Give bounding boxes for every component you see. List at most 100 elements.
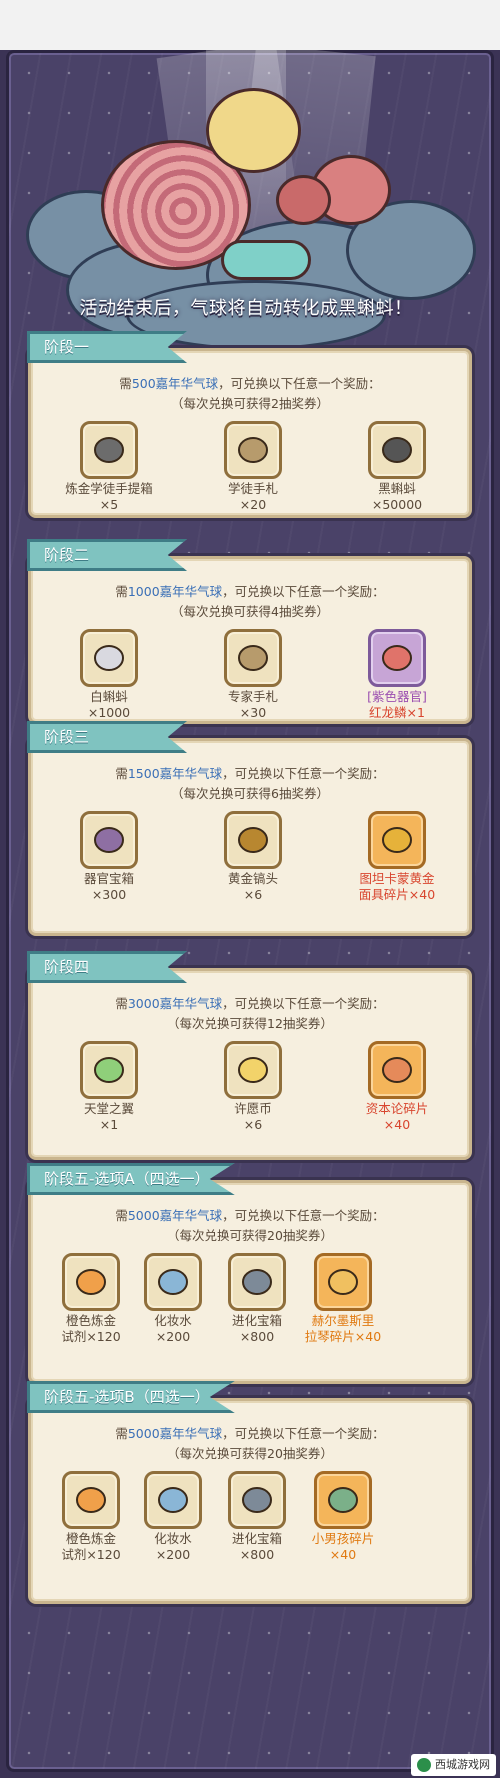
scroll-icon — [238, 645, 268, 671]
reward-icon-frame — [62, 1253, 120, 1311]
potion-icon — [76, 1269, 106, 1295]
stage-requirement: 需5000嘉年华气球，可兑换以下任意一个奖励： — [31, 1423, 469, 1442]
stage-note: （每次兑换可获得6抽奖券） — [171, 786, 329, 801]
reward-quantity: ×20 — [239, 497, 267, 512]
reward-name: 炼金学徒手提箱 — [65, 481, 153, 496]
reward-item[interactable]: 器官宝箱 ×300 — [54, 811, 164, 903]
golden-mask-icon — [382, 827, 412, 853]
scroll-icon — [238, 437, 268, 463]
reward-name: 图坦卡蒙黄金 — [359, 871, 435, 886]
reward-item[interactable]: 炼金学徒手提箱 ×5 — [54, 421, 164, 513]
reward-item[interactable]: 资本论碎片 ×40 — [342, 1041, 452, 1133]
stage-tab: 阶段五-选项B（四选一） — [27, 1381, 235, 1413]
requirement-prefix: 需 — [115, 996, 128, 1011]
reward-item[interactable]: 赫尔墨斯里 拉琴碎片×40 — [288, 1253, 398, 1345]
reward-quantity: 面具碎片×40 — [358, 887, 436, 902]
reward-item[interactable]: 黑蝌蚪 ×50000 — [342, 421, 452, 513]
lotion-icon — [158, 1487, 188, 1513]
stage-note: （每次兑换可获得4抽奖券） — [171, 604, 329, 619]
reward-item[interactable]: 图坦卡蒙黄金 面具碎片×40 — [342, 811, 452, 903]
reward-item[interactable]: 专家手札 ×30 — [198, 629, 308, 721]
requirement-suffix: ，可兑换以下任意一个奖励： — [222, 584, 385, 599]
reward-item[interactable]: 小男孩碎片 ×40 — [288, 1471, 398, 1563]
stage-requirement: 需5000嘉年华气球，可兑换以下任意一个奖励： — [31, 1205, 469, 1224]
stage-requirement: 需1000嘉年华气球，可兑换以下任意一个奖励： — [31, 581, 469, 600]
reward-name: 白蝌蚪 — [90, 689, 128, 704]
stage-tab: 阶段二 — [27, 539, 187, 571]
reward-icon-frame — [224, 811, 282, 869]
stage-panel: 阶段三 需1500嘉年华气球，可兑换以下任意一个奖励： （每次兑换可获得6抽奖券） 器… — [27, 721, 472, 936]
reward-item[interactable]: 许愿币 ×6 — [198, 1041, 308, 1133]
black-tadpole-icon — [382, 437, 412, 463]
watermark-logo-icon — [417, 1758, 431, 1772]
stage-panel: 阶段四需3000嘉年华气球，可兑换以下任意一个奖励： （每次兑换可获得12抽奖券）… — [27, 951, 472, 1160]
reward-item[interactable]: 白蝌蚪 ×1000 — [54, 629, 164, 721]
requirement-suffix: ，可兑换以下任意一个奖励： — [218, 376, 381, 391]
reward-icon-frame — [144, 1471, 202, 1529]
reward-quantity: 红龙鳞×1 — [369, 705, 425, 720]
reward-icon-frame — [80, 1041, 138, 1099]
reward-quantity: ×40 — [329, 1547, 357, 1562]
little-boy-fragment-icon — [328, 1487, 358, 1513]
organ-chest-icon — [94, 827, 124, 853]
reward-quantity: ×50000 — [371, 497, 423, 512]
teal-gondola-icon — [221, 240, 311, 280]
requirement-prefix: 需 — [119, 376, 132, 391]
reward-icon-frame — [224, 629, 282, 687]
stage-note: （每次兑换可获得12抽奖券） — [167, 1016, 333, 1031]
stage-requirement: 需3000嘉年华气球，可兑换以下任意一个奖励： — [31, 993, 469, 1012]
red-balloon-icon — [276, 175, 331, 225]
reward-quantity: ×6 — [243, 887, 263, 902]
stage-requirement: 需1500嘉年华气球，可兑换以下任意一个奖励： — [31, 763, 469, 782]
reward-name: 学徒手札 — [227, 481, 278, 496]
reward-name: 天堂之翼 — [83, 1101, 134, 1116]
reward-item[interactable]: 天堂之翼 ×1 — [54, 1041, 164, 1133]
white-tadpole-icon — [94, 645, 124, 671]
reward-icon-frame — [368, 629, 426, 687]
reward-quantity: ×1 — [99, 1117, 119, 1132]
reward-icon-frame — [224, 421, 282, 479]
reward-icon-frame — [80, 629, 138, 687]
reward-icon-frame — [314, 1471, 372, 1529]
evolution-chest-icon — [242, 1487, 272, 1513]
requirement-suffix: ，可兑换以下任意一个奖励： — [222, 996, 385, 1011]
reward-item[interactable]: [紫色器官] 红龙鳞×1 — [342, 629, 452, 721]
stage-requirement: 需500嘉年华气球，可兑换以下任意一个奖励： — [31, 373, 469, 392]
reward-icon-frame — [80, 421, 138, 479]
wish-coin-icon — [238, 1057, 268, 1083]
reward-name: [紫色器官] — [367, 689, 427, 704]
requirement-prefix: 需 — [115, 766, 128, 781]
stage-panel: 阶段二需1000嘉年华气球，可兑换以下任意一个奖励： （每次兑换可获得4抽奖券） 白… — [27, 539, 472, 724]
requirement-amount: 1000嘉年华气球 — [127, 584, 223, 599]
reward-name: 黄金镐头 — [227, 871, 278, 886]
stage-panel: 阶段五-选项A（四选一） 需5000嘉年华气球，可兑换以下任意一个奖励： （每次兑换… — [27, 1163, 472, 1384]
watermark: 西城游戏网 — [411, 1754, 496, 1776]
reward-icon-frame — [62, 1471, 120, 1529]
potion-icon — [76, 1487, 106, 1513]
stage-tab: 阶段四 — [27, 951, 187, 983]
lotion-icon — [158, 1269, 188, 1295]
briefcase-icon — [94, 437, 124, 463]
reward-name: 小男孩碎片 — [311, 1531, 375, 1546]
reward-quantity: ×30 — [239, 705, 267, 720]
dragon-scale-icon — [382, 645, 412, 671]
reward-item[interactable]: 学徒手札 ×20 — [198, 421, 308, 513]
reward-quantity: 拉琴碎片×40 — [304, 1329, 382, 1344]
book-fragment-icon — [382, 1057, 412, 1083]
evolution-chest-icon — [242, 1269, 272, 1295]
reward-quantity: ×40 — [383, 1117, 411, 1132]
reward-item[interactable]: 黄金镐头 ×6 — [198, 811, 308, 903]
requirement-amount: 500嘉年华气球 — [131, 376, 219, 391]
requirement-prefix: 需 — [115, 584, 128, 599]
reward-quantity: ×6 — [243, 1117, 263, 1132]
reward-quantity: ×300 — [91, 887, 127, 902]
stage-note: （每次兑换可获得2抽奖券） — [171, 396, 329, 411]
requirement-amount: 1500嘉年华气球 — [127, 766, 223, 781]
reward-icon-frame — [368, 421, 426, 479]
reward-icon-frame — [368, 811, 426, 869]
reward-name: 黑蝌蚪 — [378, 481, 416, 496]
requirement-prefix: 需 — [115, 1208, 128, 1223]
reward-name: 赫尔墨斯里 — [311, 1313, 375, 1328]
stage-panel: 阶段一 需500嘉年华气球，可兑换以下任意一个奖励： （每次兑换可获得2抽奖券） 炼金… — [27, 331, 472, 518]
stage-note: （每次兑换可获得20抽奖券） — [167, 1446, 333, 1461]
